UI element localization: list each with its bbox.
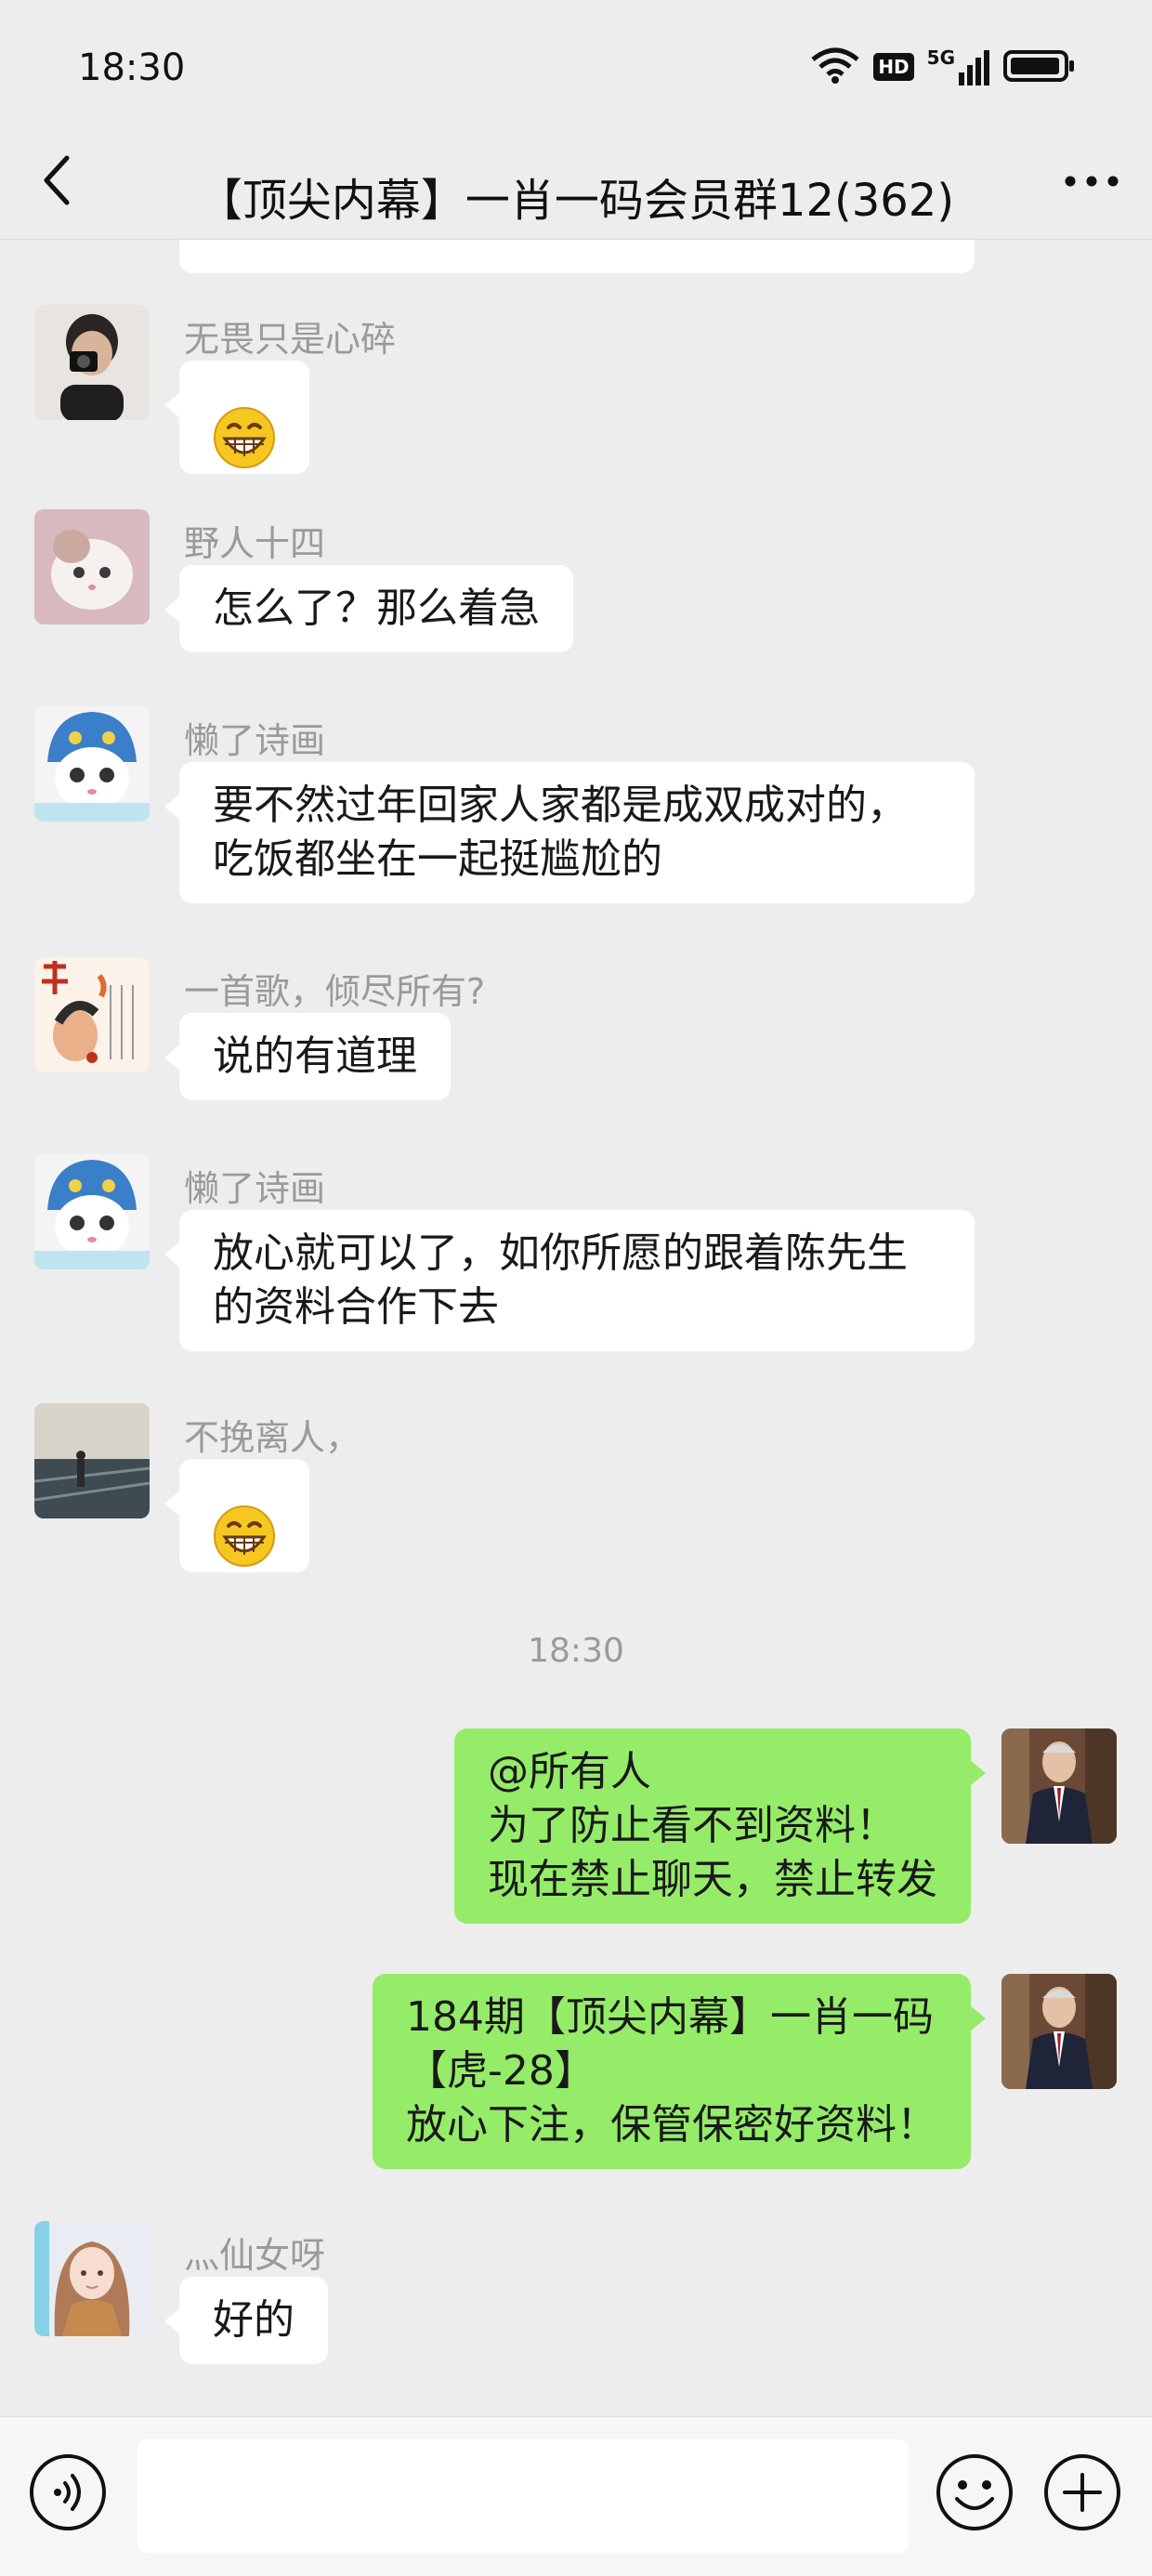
message-bubble[interactable]: 说的有道理 [164,1013,451,1100]
sender-name: 野人十四 [184,523,326,564]
avatar[interactable] [1001,1974,1117,2089]
status-time: 18:30 [78,46,186,89]
avatar[interactable] [34,1154,150,1269]
network-label: 5G [926,46,955,69]
back-arrow-icon [39,154,76,210]
message-bubble[interactable]: 怎么了？那么着急 [164,565,573,652]
hd-icon: HD [873,53,914,81]
message-bubble[interactable]: 要不然过年回家人家都是成双成对的， 吃饭都坐在一起挺尴尬的 [164,762,975,903]
sender-name: 懒了诗画 [184,720,326,761]
message-input[interactable] [137,2439,909,2553]
battery-icon [1003,46,1076,87]
sender-name: 懒了诗画 [184,1168,326,1209]
more-dots-icon [1064,174,1119,191]
avatar[interactable] [34,1403,150,1518]
message-bubble[interactable] [164,1459,309,1572]
avatar[interactable] [34,706,150,821]
signal-icon: 5G [927,48,990,85]
message-bubble[interactable]: 184期【顶尖内幕】一肖一码 【虎-28】 放心下注，保管保密好资料！ [373,1974,986,2169]
avatar[interactable] [34,509,150,624]
chat-title: 【顶尖内幕】一肖一码会员群12(362) [197,175,955,227]
plus-icon [1042,2454,1122,2536]
grinning-emoji-icon [212,351,277,484]
message-bubble[interactable]: 好的 [164,2277,328,2364]
back-button[interactable] [28,152,87,212]
avatar[interactable] [34,2221,150,2336]
message-bubble[interactable] [164,361,309,474]
input-bar [0,2416,1152,2576]
status-bar: 18:30 HD 5G [0,0,1152,135]
wifi-icon [810,46,860,87]
chat-header: 【顶尖内幕】一肖一码会员群12(362) [0,130,1152,240]
sender-name: 灬仙女呀 [184,2235,326,2276]
message-bubble[interactable]: 放心就可以了，如你所愿的跟着陈先生 的资料合作下去 [164,1210,975,1351]
time-separator: 18:30 [528,1632,624,1670]
voice-icon [28,2454,108,2536]
status-icons: HD 5G [810,45,1076,89]
plus-button[interactable] [1042,2452,1122,2532]
more-button[interactable] [1059,152,1124,212]
emoji-icon [935,2454,1015,2536]
hd-label: HD [878,56,910,78]
grinning-emoji-icon [212,1450,277,1583]
avatar[interactable] [1001,1728,1117,1844]
voice-button[interactable] [28,2452,108,2532]
sender-name: 一首歌，倾尽所有? [184,971,486,1012]
avatar[interactable] [34,957,150,1072]
avatar[interactable] [34,305,150,420]
message-bubble[interactable]: @所有人 为了防止看不到资料！ 现在禁止聊天，禁止转发 [454,1728,986,1924]
emoji-button[interactable] [935,2452,1015,2532]
